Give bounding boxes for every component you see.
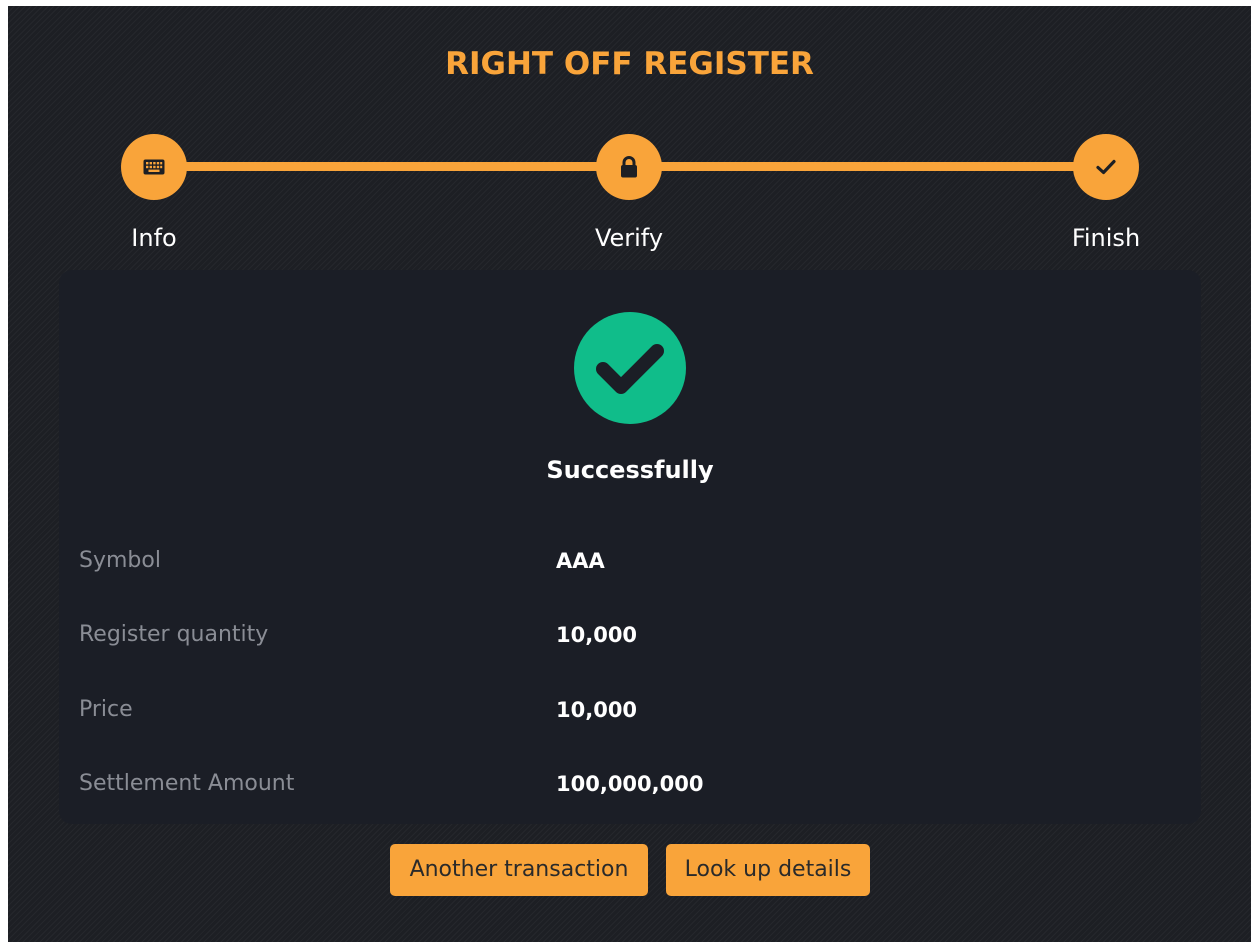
result-card: Successfully Symbol AAA Register quantit…: [59, 270, 1201, 824]
check-icon: [1096, 159, 1116, 175]
detail-value: 10,000: [556, 623, 638, 647]
success-message: Successfully: [546, 456, 714, 484]
step-verify-circle: [596, 134, 662, 200]
step-label-info: Info: [131, 224, 177, 252]
app-frame: RIGHT OFF REGISTER Info Verify Finish Su…: [8, 6, 1251, 942]
another-transaction-button[interactable]: Another transaction: [390, 844, 648, 896]
step-label-finish: Finish: [1071, 224, 1141, 252]
detail-label: Register quantity: [79, 622, 269, 647]
detail-label: Settlement Amount: [79, 771, 295, 796]
lock-icon: [621, 156, 637, 178]
detail-label: Price: [79, 697, 133, 722]
detail-value: 100,000,000: [556, 772, 704, 796]
step-label-verify: Verify: [594, 224, 664, 252]
step-info-circle: [121, 134, 187, 200]
detail-label: Symbol: [79, 548, 161, 573]
look-up-details-button[interactable]: Look up details: [666, 844, 870, 896]
step-finish-circle: [1073, 134, 1139, 200]
check-circle-icon: [574, 312, 686, 424]
detail-value: 10,000: [556, 698, 638, 722]
keyboard-icon: [143, 159, 165, 175]
detail-value: AAA: [556, 549, 605, 573]
page-title: RIGHT OFF REGISTER: [445, 46, 814, 82]
